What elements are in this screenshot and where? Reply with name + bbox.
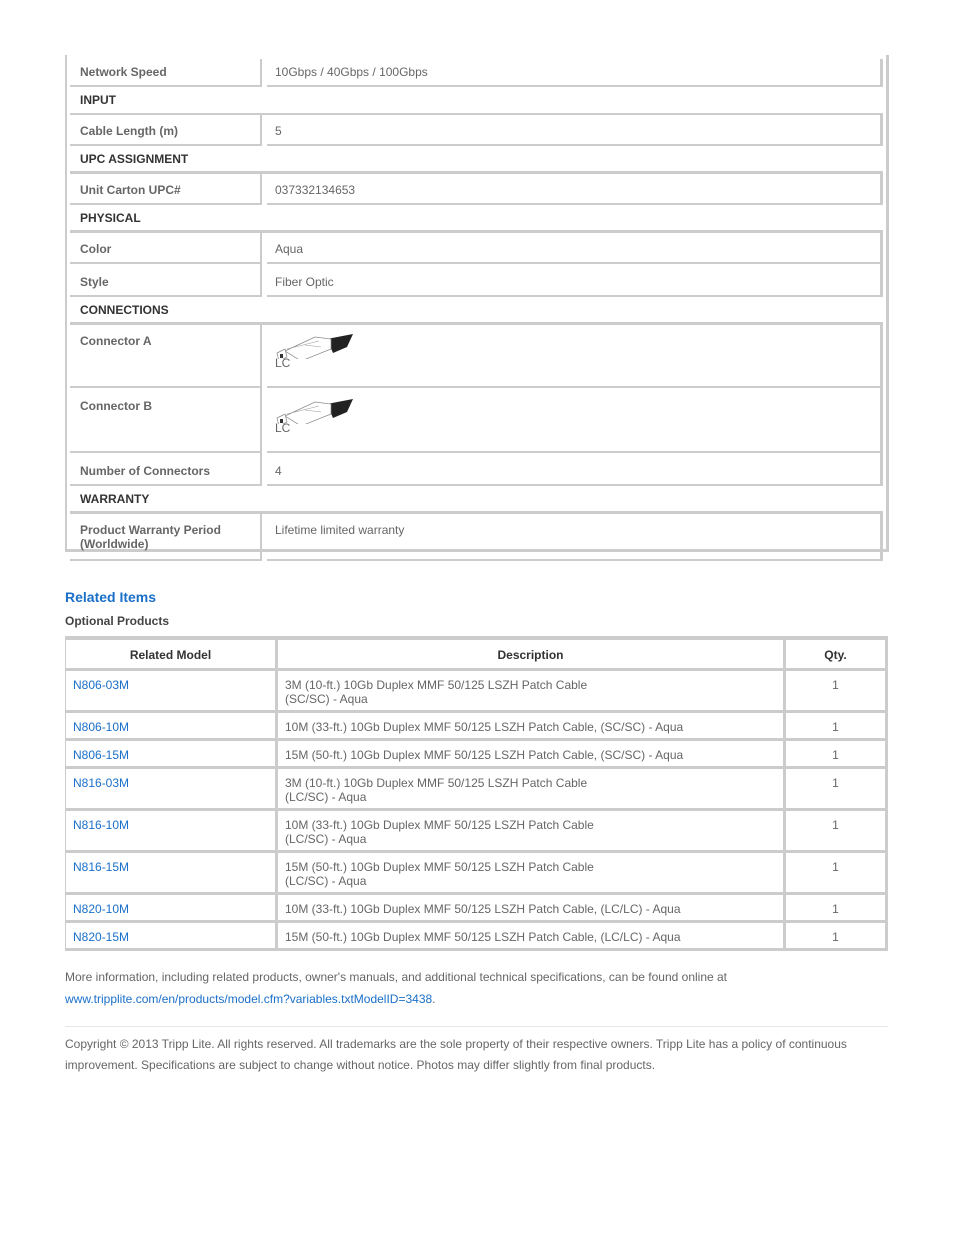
description-cell: 10M (33-ft.) 10Gb Duplex MMF 50/125 LSZH… — [278, 713, 786, 738]
related-products-table: Related Model Description Qty. N806-03M … — [65, 636, 888, 951]
section-upc: UPC ASSIGNMENT — [70, 146, 883, 174]
description-cell: 15M (50-ft.) 10Gb Duplex MMF 50/125 LSZH… — [278, 923, 786, 948]
spec-row-num-connectors: Number of Connectors 4 — [70, 453, 883, 486]
spec-label: Unit Carton UPC# — [70, 174, 262, 205]
spec-row-color: Color Aqua — [70, 233, 883, 264]
table-row: N816-10M 10M (33-ft.) 10Gb Duplex MMF 50… — [66, 808, 885, 850]
table-row: N816-15M 15M (50-ft.) 10Gb Duplex MMF 50… — [66, 850, 885, 892]
optional-products-heading: Optional Products — [65, 614, 170, 628]
spec-value: LC — [267, 325, 883, 388]
description-cell: 3M (10-ft.) 10Gb Duplex MMF 50/125 LSZH … — [278, 769, 786, 808]
spec-value: Lifetime limited warranty — [267, 514, 883, 561]
description-line2: (LC/SC) - Aqua — [285, 874, 367, 888]
spec-value: 5 — [267, 115, 883, 146]
spec-label-line2: (Worldwide) — [80, 537, 149, 551]
spec-label: Color — [70, 233, 262, 264]
product-page-link[interactable]: www.tripplite.com/en/products/model.cfm?… — [65, 992, 432, 1006]
description-line1: 3M (10-ft.) 10Gb Duplex MMF 50/125 LSZH … — [285, 678, 588, 692]
description-line2: (SC/SC) - Aqua — [285, 692, 368, 706]
table-row: N816-03M 3M (10-ft.) 10Gb Duplex MMF 50/… — [66, 766, 885, 808]
header-qty: Qty. — [824, 648, 847, 662]
table-header-row: Related Model Description Qty. — [66, 640, 885, 668]
spec-table: Network Speed 10Gbps / 40Gbps / 100Gbps … — [70, 59, 883, 561]
spec-row-connector-a: Connector A LC — [70, 325, 883, 388]
model-link[interactable]: N816-03M — [73, 776, 129, 790]
description-line1: 15M (50-ft.) 10Gb Duplex MMF 50/125 LSZH… — [285, 860, 594, 874]
spec-value: LC — [267, 388, 883, 453]
spec-value: 037332134653 — [267, 174, 883, 205]
copyright-text: Copyright © 2013 Tripp Lite. All rights … — [65, 1037, 847, 1072]
spec-value: Fiber Optic — [267, 264, 883, 297]
table-row: N820-10M 10M (33-ft.) 10Gb Duplex MMF 50… — [66, 892, 885, 920]
spec-label: Cable Length (m) — [70, 115, 262, 146]
model-link[interactable]: N820-10M — [73, 902, 129, 916]
spec-label: Number of Connectors — [70, 453, 262, 486]
model-link[interactable]: N806-15M — [73, 748, 129, 762]
description-line2: (LC/SC) - Aqua — [285, 790, 367, 804]
footer-divider — [65, 1026, 888, 1027]
description-line1: 3M (10-ft.) 10Gb Duplex MMF 50/125 LSZH … — [285, 776, 588, 790]
spec-label: Connector B — [70, 388, 262, 453]
qty-cell: 1 — [832, 678, 839, 692]
spec-row-warranty-period: Product Warranty Period (Worldwide) Life… — [70, 514, 883, 561]
link-suffix: . — [432, 992, 436, 1006]
model-link[interactable]: N816-15M — [73, 860, 129, 874]
header-related-model: Related Model — [66, 640, 278, 668]
model-link[interactable]: N806-03M — [73, 678, 129, 692]
spec-row-connector-b: Connector B LC — [70, 388, 883, 453]
connector-type-label: LC — [275, 356, 291, 370]
spec-row-network-speed: Network Speed 10Gbps / 40Gbps / 100Gbps — [70, 59, 883, 87]
qty-cell: 1 — [832, 720, 839, 734]
description-cell: 3M (10-ft.) 10Gb Duplex MMF 50/125 LSZH … — [278, 671, 786, 710]
description-line2: (LC/SC) - Aqua — [285, 832, 367, 846]
spec-value: 10Gbps / 40Gbps / 100Gbps — [267, 59, 883, 87]
qty-cell: 1 — [832, 818, 839, 832]
table-row: N806-10M 10M (33-ft.) 10Gb Duplex MMF 50… — [66, 710, 885, 738]
spec-label-line1: Product Warranty Period — [80, 523, 221, 537]
spec-row-style: Style Fiber Optic — [70, 264, 883, 297]
description-line1: 10M (33-ft.) 10Gb Duplex MMF 50/125 LSZH… — [285, 818, 594, 832]
table-row: N806-03M 3M (10-ft.) 10Gb Duplex MMF 50/… — [66, 668, 885, 710]
qty-cell: 1 — [832, 748, 839, 762]
model-link[interactable]: N816-10M — [73, 818, 129, 832]
header-description: Description — [278, 640, 786, 668]
connector-type-label: LC — [275, 421, 291, 435]
related-items-heading: Related Items — [65, 589, 157, 605]
spec-label: Network Speed — [70, 59, 262, 87]
model-link[interactable]: N820-15M — [73, 930, 129, 944]
qty-cell: 1 — [832, 902, 839, 916]
spec-row-cable-length: Cable Length (m) 5 — [70, 115, 883, 146]
spec-value: 4 — [267, 453, 883, 486]
description-cell: 15M (50-ft.) 10Gb Duplex MMF 50/125 LSZH… — [278, 853, 786, 892]
section-connections: CONNECTIONS — [70, 297, 883, 325]
qty-cell: 1 — [832, 930, 839, 944]
description-cell: 10M (33-ft.) 10Gb Duplex MMF 50/125 LSZH… — [278, 895, 786, 920]
table-row: N820-15M 15M (50-ft.) 10Gb Duplex MMF 50… — [66, 920, 885, 948]
spec-label: Connector A — [70, 325, 262, 388]
qty-cell: 1 — [832, 860, 839, 874]
spec-value: Aqua — [267, 233, 883, 264]
more-info-sentence: More information, including related prod… — [65, 970, 728, 984]
spec-table-container: Network Speed 10Gbps / 40Gbps / 100Gbps … — [65, 55, 889, 561]
more-info-text: More information, including related prod… — [65, 966, 895, 1010]
qty-cell: 1 — [832, 776, 839, 790]
spec-row-upc: Unit Carton UPC# 037332134653 — [70, 174, 883, 205]
section-physical: PHYSICAL — [70, 205, 883, 233]
section-warranty: WARRANTY — [70, 486, 883, 514]
spec-label: Product Warranty Period (Worldwide) — [70, 514, 262, 561]
model-link[interactable]: N806-10M — [73, 720, 129, 734]
table-row: N806-15M 15M (50-ft.) 10Gb Duplex MMF 50… — [66, 738, 885, 766]
spec-label: Style — [70, 264, 262, 297]
description-cell: 10M (33-ft.) 10Gb Duplex MMF 50/125 LSZH… — [278, 811, 786, 850]
description-cell: 15M (50-ft.) 10Gb Duplex MMF 50/125 LSZH… — [278, 741, 786, 766]
section-input: INPUT — [70, 87, 883, 115]
